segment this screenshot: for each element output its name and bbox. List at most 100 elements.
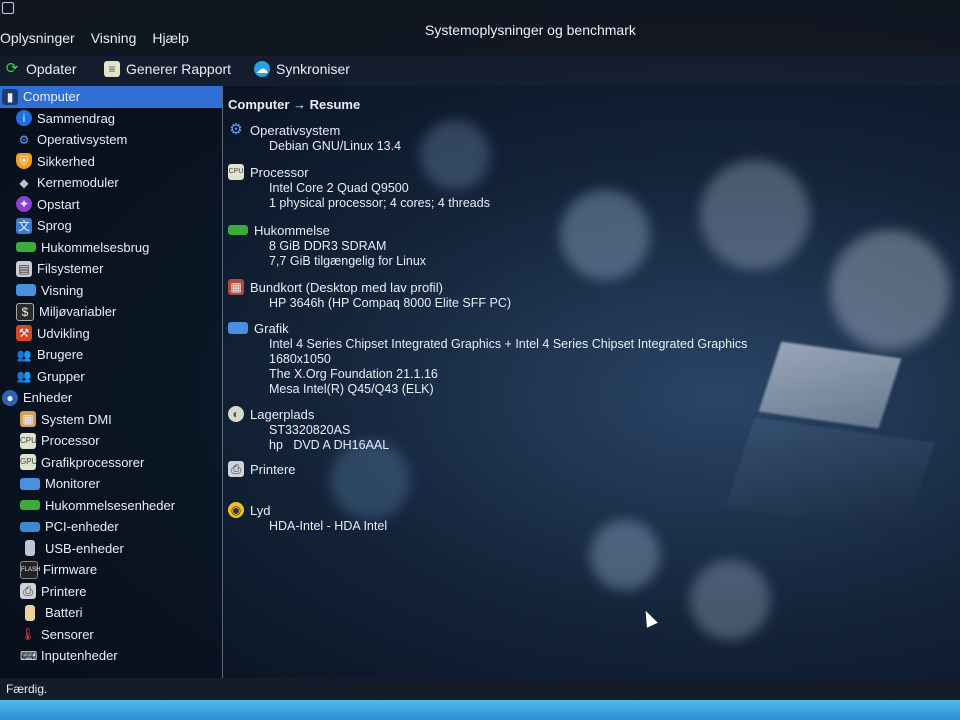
motherboard-icon: ▦ bbox=[228, 279, 244, 295]
firmware-icon: FLASH bbox=[20, 560, 40, 579]
sidebar-item-miljovariabler[interactable]: $ Miljøvariabler bbox=[0, 301, 222, 323]
battery-icon bbox=[25, 604, 35, 621]
summary-panel: Computer → Resume ⚙ Operativsystem Debia… bbox=[226, 93, 960, 678]
sidebar-item-label: Grafikprocessorer bbox=[41, 454, 145, 470]
memory-icon bbox=[16, 242, 36, 253]
computer-icon: ▮ bbox=[2, 88, 18, 105]
section-value: HP 3646h (HP Compaq 8000 Elite SFF PC) bbox=[269, 296, 512, 310]
filesystem-icon: ▤ bbox=[16, 260, 32, 277]
refresh-button[interactable]: ⟳ Opdater bbox=[4, 58, 77, 80]
sidebar-item-system-dmi[interactable]: ▦ System DMI bbox=[0, 409, 222, 431]
sidebar-item-processor[interactable]: CPU Processor bbox=[0, 430, 222, 452]
terminal-icon: $ bbox=[16, 302, 34, 321]
sidebar-item-sammendrag[interactable]: i Sammendrag bbox=[0, 108, 222, 130]
rocket-icon: ✦ bbox=[16, 196, 32, 213]
sidebar-item-printere[interactable]: ⎙ Printere bbox=[0, 581, 222, 603]
sidebar-item-label: Opstart bbox=[37, 196, 80, 212]
menu-hjaelp[interactable]: Hjælp bbox=[152, 30, 189, 46]
sidebar-item-label: Sammendrag bbox=[37, 110, 116, 126]
section-lagerplads: ◐ Lagerplads ST3320820AS hp DVD A DH16AA… bbox=[228, 405, 389, 453]
sidebar-item-kernemoduler[interactable]: ◆ Kernemoduler bbox=[0, 172, 222, 194]
sidebar-item-grupper[interactable]: 👥 Grupper bbox=[0, 366, 222, 388]
section-printere: ⎙ Printere bbox=[228, 460, 296, 478]
monitor-icon bbox=[20, 477, 40, 490]
users-icon: 👥 bbox=[16, 347, 32, 362]
app-icon bbox=[2, 2, 14, 14]
sidebar-item-hukommelsesbrug[interactable]: Hukommelsesbrug bbox=[0, 237, 222, 259]
section-title: Lyd bbox=[250, 502, 271, 518]
sidebar-item-label: Monitorer bbox=[45, 476, 100, 492]
sidebar-item-brugere[interactable]: 👥 Brugere bbox=[0, 344, 222, 366]
monitor-icon bbox=[228, 322, 248, 334]
sidebar-item-opstart[interactable]: ✦ Opstart bbox=[0, 194, 222, 216]
sidebar-item-sikkerhed[interactable]: ⛨ Sikkerhed bbox=[0, 151, 222, 173]
menu-bar: Oplysninger Visning Hjælp bbox=[0, 30, 189, 46]
section-hukommelse: Hukommelse 8 GiB DDR3 SDRAM 7,7 GiB tilg… bbox=[228, 221, 426, 269]
sidebar-item-firmware[interactable]: FLASH Firmware bbox=[0, 559, 222, 581]
sidebar-item-visning[interactable]: Visning bbox=[0, 280, 222, 302]
refresh-icon: ⟳ bbox=[5, 60, 19, 77]
sidebar-item-sensorer[interactable]: 🌡 Sensorer bbox=[0, 624, 222, 646]
ram-icon bbox=[20, 500, 40, 511]
thermometer-icon: 🌡 bbox=[20, 627, 36, 642]
menu-oplysninger[interactable]: Oplysninger bbox=[0, 30, 75, 46]
sidebar-item-hukommelsesenheder[interactable]: Hukommelsesenheder bbox=[0, 495, 222, 517]
sidebar-item-label: Sikkerhed bbox=[37, 153, 95, 169]
sidebar-item-label: Computer bbox=[23, 89, 81, 105]
sidebar-item-filsystemer[interactable]: ▤ Filsystemer bbox=[0, 258, 222, 280]
devices-icon: ● bbox=[2, 389, 18, 406]
pci-icon bbox=[20, 521, 40, 532]
sidebar-item-pci-enheder[interactable]: PCI-enheder bbox=[0, 516, 222, 538]
sidebar-item-operativsystem[interactable]: ⚙ Operativsystem bbox=[0, 129, 222, 151]
section-value: 1680x1050 bbox=[269, 352, 331, 366]
sidebar-item-label: Sensorer bbox=[41, 626, 94, 642]
section-bundkort: ▦ Bundkort (Desktop med lav profil) HP 3… bbox=[228, 278, 511, 311]
sidebar-item-label: Batteri bbox=[45, 605, 83, 621]
sidebar-item-label: USB-enheder bbox=[45, 540, 124, 556]
sidebar-item-label: PCI-enheder bbox=[45, 519, 119, 535]
generate-report-button[interactable]: ≡ Generer Rapport bbox=[104, 58, 231, 80]
sidebar-item-sprog[interactable]: 文 Sprog bbox=[0, 215, 222, 237]
section-value: ST3320820AS bbox=[269, 423, 351, 437]
sidebar-item-label: Hukommelsesenheder bbox=[45, 497, 176, 513]
shield-icon: ⛨ bbox=[16, 153, 32, 170]
sidebar-item-inputenheder[interactable]: ⌨ Inputenheder bbox=[0, 645, 222, 667]
harddisk-icon: ◐ bbox=[228, 406, 244, 422]
sidebar-item-label: Inputenheder bbox=[41, 648, 118, 664]
status-bar: Færdig. bbox=[0, 678, 960, 700]
input-icon: ⌨ bbox=[20, 648, 38, 663]
section-value: hp DVD A DH16AAL bbox=[269, 438, 390, 452]
sidebar-item-enheder[interactable]: ● Enheder bbox=[0, 387, 222, 409]
display-icon bbox=[16, 284, 36, 297]
sidebar-item-monitorer[interactable]: Monitorer bbox=[0, 473, 222, 495]
section-value: Debian GNU/Linux 13.4 bbox=[269, 139, 402, 153]
section-value: The X.Org Foundation 21.1.16 bbox=[269, 367, 438, 381]
sidebar-item-grafikprocessorer[interactable]: GPU Grafikprocessorer bbox=[0, 452, 222, 474]
cpu-icon: CPU bbox=[228, 164, 244, 180]
sidebar-item-label: Processor bbox=[41, 433, 100, 449]
sidebar-item-computer[interactable]: ▮ Computer bbox=[0, 86, 222, 108]
breadcrumb: Computer → Resume bbox=[228, 97, 361, 112]
section-title: Hukommelse bbox=[254, 222, 330, 238]
sidebar-item-label: Visning bbox=[41, 282, 84, 298]
dmi-icon: ▦ bbox=[20, 411, 36, 428]
printer-icon: ⎙ bbox=[20, 583, 36, 600]
sidebar-item-label: Hukommelsesbrug bbox=[41, 239, 150, 255]
sync-button[interactable]: ☁ Synkroniser bbox=[254, 58, 350, 80]
section-title: Printere bbox=[250, 461, 296, 477]
sidebar-item-label: Udvikling bbox=[37, 325, 90, 341]
sidebar-item-batteri[interactable]: Batteri bbox=[0, 602, 222, 624]
toolbar: ⟳ Opdater ≡ Generer Rapport ☁ Synkronise… bbox=[0, 56, 960, 86]
title-bar: Systemoplysninger og benchmark Oplysning… bbox=[0, 0, 960, 56]
desktop-panel bbox=[0, 700, 960, 720]
sidebar-item-usb-enheder[interactable]: USB-enheder bbox=[0, 538, 222, 560]
section-title: Operativsystem bbox=[250, 122, 341, 138]
sidebar-item-udvikling[interactable]: ⚒ Udvikling bbox=[0, 323, 222, 345]
section-title: Bundkort (Desktop med lav profil) bbox=[250, 279, 443, 295]
sidebar-item-label: Grupper bbox=[37, 368, 85, 384]
sidebar-item-label: Sprog bbox=[37, 218, 72, 234]
menu-visning[interactable]: Visning bbox=[91, 30, 137, 46]
section-title: Grafik bbox=[254, 320, 289, 336]
section-processor: CPU Processor Intel Core 2 Quad Q9500 1 … bbox=[228, 163, 490, 211]
sidebar-item-label: System DMI bbox=[41, 411, 112, 427]
